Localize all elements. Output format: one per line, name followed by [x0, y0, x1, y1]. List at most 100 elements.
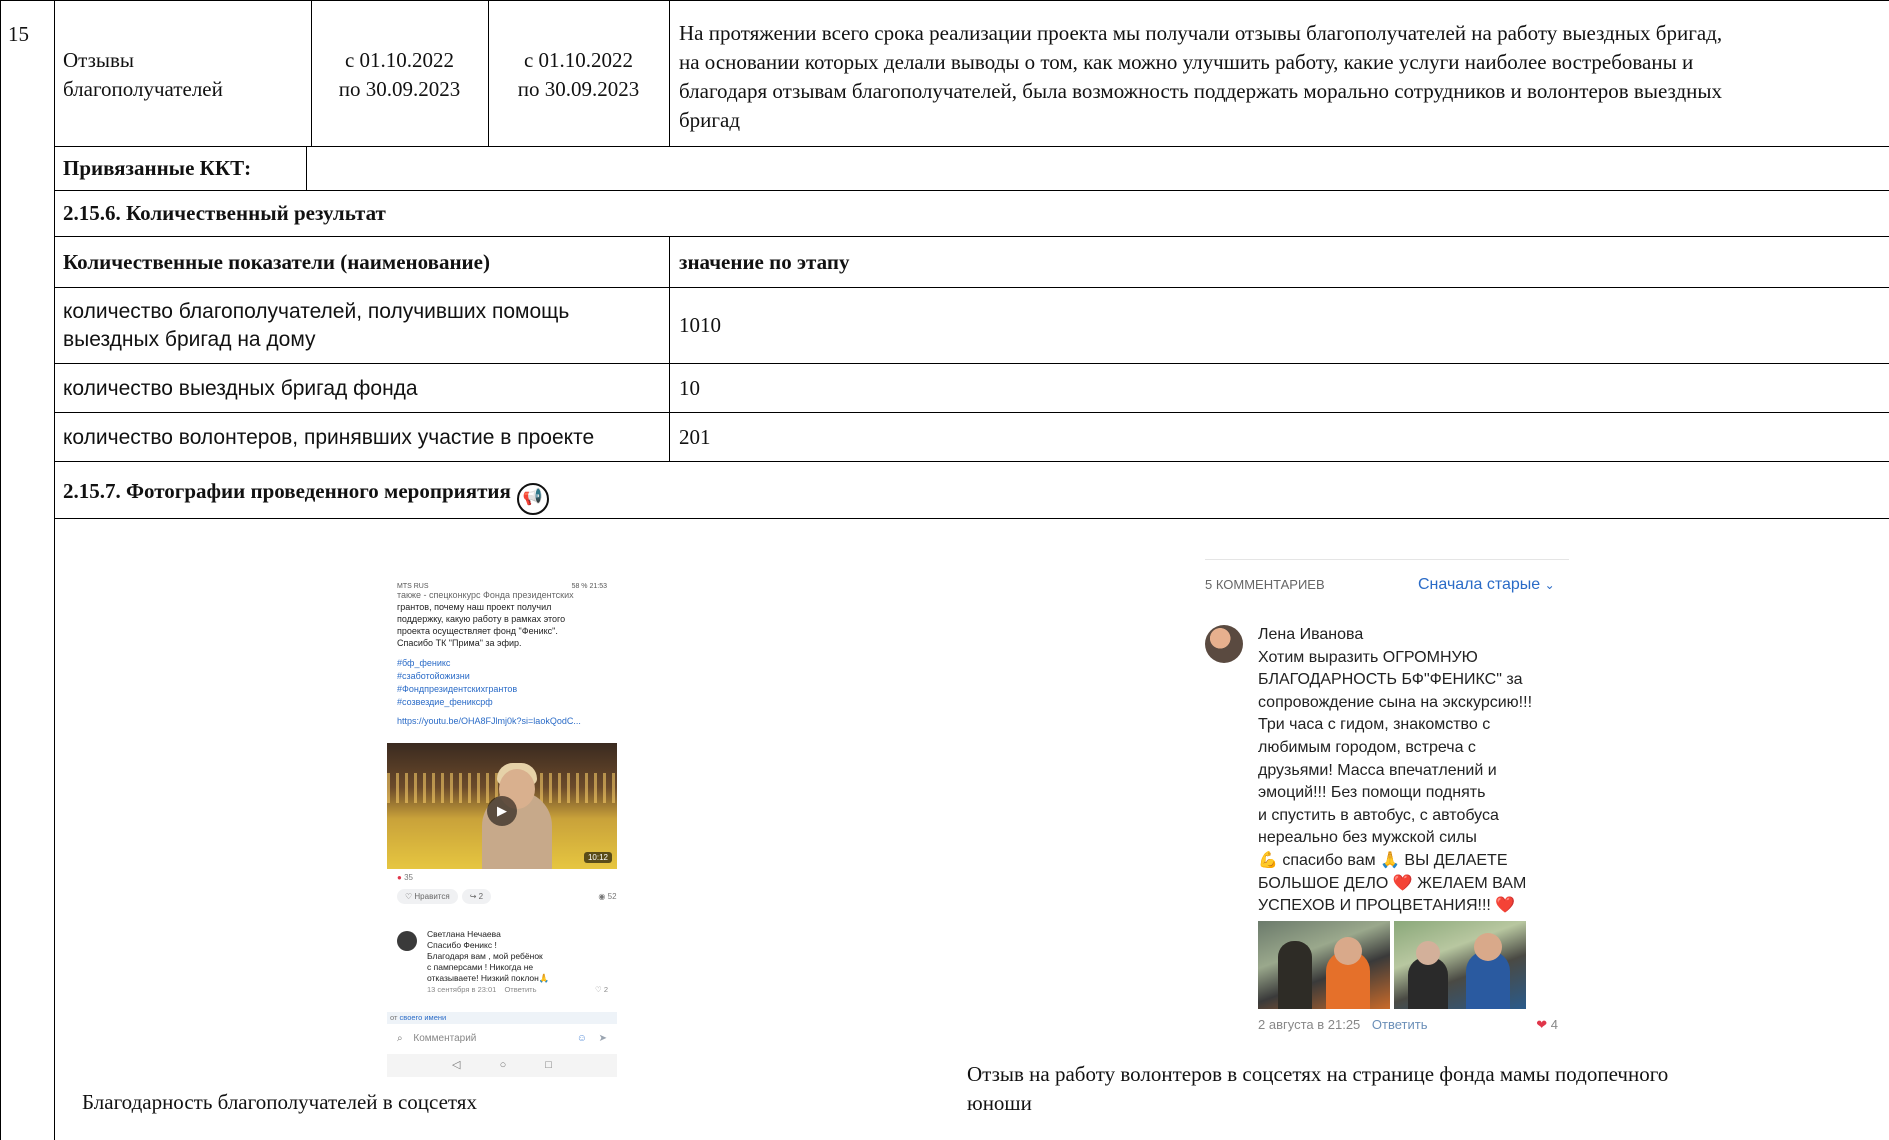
chevron-down-icon: ⌄: [1544, 578, 1555, 592]
comment-author[interactable]: Лена Иванова: [1258, 624, 1568, 647]
person-face: [1334, 937, 1362, 965]
row-name-line: благополучателей: [63, 77, 223, 101]
reply-button[interactable]: Ответить: [1372, 1017, 1428, 1032]
video-link[interactable]: https://youtu.be/OHA8FJlmj0k?si=laokQodC…: [387, 715, 617, 728]
send-icon[interactable]: ➤: [599, 1028, 607, 1050]
row-number: 15: [8, 22, 29, 46]
eye-icon: ◉: [598, 892, 606, 901]
recents-nav-icon[interactable]: □: [545, 1059, 552, 1071]
col-line: [669, 236, 670, 461]
android-nav-bar: ◁ ○ □: [387, 1054, 617, 1077]
sort-dropdown[interactable]: Сначала старые ⌄: [1418, 576, 1555, 594]
comment-text-line: БЛАГОДАРНОСТЬ БФ"ФЕНИКС" за: [1258, 671, 1523, 689]
post-text-line: грантов, почему наш проект получил: [397, 602, 552, 612]
post-text-line: поддержку, какую работу в рамках этого: [397, 614, 566, 624]
person-face: [1474, 933, 1502, 961]
photo-caption-right-line: Отзыв на работу волонтеров в соцсетях на…: [967, 1062, 1669, 1086]
section-title-photos-text: 2.15.7. Фотографии проведенного мероприя…: [63, 479, 511, 503]
row-end-date-line: по 30.09.2023: [517, 77, 640, 101]
comment-text-line: УСПЕХОВ И ПРОЦВЕТАНИЯ!!! ❤️: [1258, 897, 1516, 915]
row-description-line: бригад: [679, 108, 741, 132]
row-line: [54, 461, 1889, 462]
row-start-date-line: с 01.10.2022: [344, 48, 455, 72]
home-nav-icon[interactable]: ○: [500, 1059, 507, 1071]
row-start-date-line: по 30.09.2023: [338, 77, 461, 101]
comment-text-line: отказываете! Низкий поклон🙏: [427, 973, 550, 983]
quant-row-name: выездных бригад на дому: [63, 328, 316, 351]
comment-likes[interactable]: ❤ 4: [1536, 1017, 1558, 1033]
comment-text-line: Хотим выразить ОГРОМНУЮ: [1258, 648, 1478, 666]
quant-header-name: Количественные показатели (наименование): [63, 250, 490, 274]
row-line: [54, 363, 1889, 364]
hashtag-link[interactable]: #Фондпрезидентскихгрантов: [387, 683, 617, 696]
row-description-line: на основании которых делали выводы о том…: [679, 50, 1694, 74]
comment-text-line: с памперсами ! Никогда не: [427, 962, 534, 972]
attached-photo[interactable]: [1258, 921, 1390, 1009]
comment-text-line: нереально без мужской силы: [1258, 829, 1477, 847]
back-nav-icon[interactable]: ◁: [452, 1059, 460, 1071]
section-title-quant: 2.15.6. Количественный результат: [63, 201, 386, 225]
comment-text-line: Три часа с гидом, знакомство с: [1258, 716, 1491, 734]
post-text-line: проекта осуществляет фонд "Феникс".: [397, 626, 558, 636]
avatar: [1205, 625, 1243, 663]
post-as-bar[interactable]: от своего имени: [387, 1012, 617, 1024]
row-line: [54, 287, 1889, 288]
number-column-line: [54, 0, 55, 1140]
hashtag-link[interactable]: #созвездие_фениксрф: [387, 696, 617, 709]
video-thumbnail[interactable]: ▶ 10:12: [387, 743, 617, 869]
row-end-date-line: с 01.10.2022: [523, 48, 634, 72]
quant-row-value: 1010: [679, 313, 721, 337]
like-button[interactable]: ♡ Нравится: [397, 889, 458, 904]
likes-count-row: ● 35: [387, 873, 617, 882]
battery-time: 58 % 21:53: [571, 583, 607, 590]
megaphone-icon: 📢: [516, 483, 549, 515]
row-description-line: благодаря отзывам благополучателей, была…: [679, 79, 1722, 103]
share-icon: ↪: [469, 892, 477, 901]
attached-photo[interactable]: [1394, 921, 1526, 1009]
quant-row-value: 201: [679, 425, 711, 449]
quant-row-value: 10: [679, 376, 700, 400]
comment-text-line: любимым городом, встреча с: [1258, 738, 1476, 756]
comment-date: 13 сентября в 23:01: [427, 985, 497, 994]
row-line: [54, 190, 1889, 191]
quant-row-name: количество выездных бригад фонда: [63, 377, 418, 400]
comments-divider: [1205, 559, 1569, 560]
comment-text-line: и спустить в автобус, с автобуса: [1258, 806, 1499, 824]
comment-text-line: Спасибо Феникс !: [427, 940, 497, 950]
like-label: Нравится: [414, 892, 450, 901]
heart-outline-icon: ♡: [595, 985, 602, 994]
hashtag-link[interactable]: #бф_феникс: [387, 657, 617, 670]
comment-input[interactable]: Комментарий: [413, 1033, 476, 1044]
heart-icon: ●: [397, 873, 402, 882]
comment-input-bar: ⌕ Комментарий ☺ ➤: [387, 1028, 617, 1050]
hashtag-link[interactable]: #сзаботойожизни: [387, 670, 617, 683]
person-face: [1416, 941, 1440, 965]
post-as-prefix: от: [390, 1013, 398, 1022]
comment-likes-count: 2: [603, 985, 608, 994]
emoji-icon[interactable]: ☺: [577, 1028, 587, 1050]
row-line: [54, 518, 1889, 519]
linked-kkt-label: Привязанные ККТ:: [63, 156, 252, 180]
col-line: [669, 0, 670, 146]
row-line: [54, 412, 1889, 413]
views-indicator: ◉ 521: [598, 892, 617, 901]
table-border-top: [0, 0, 1889, 1]
screenshot-comment: 5 КОММЕНТАРИЕВ Сначала старые ⌄ Лена Ива…: [1205, 559, 1569, 1039]
screenshot-social-post: MTS RUS 58 % 21:53 также - спецконкурс Ф…: [387, 581, 617, 1077]
reply-button[interactable]: Ответить: [504, 985, 536, 994]
comment-body: Лена Иванова Хотим выразить ОГРОМНУЮ БЛА…: [1258, 624, 1568, 918]
comment-text-line: БОЛЬШОЕ ДЕЛО ❤️ ЖЕЛАЕМ ВАМ: [1258, 874, 1527, 892]
play-icon[interactable]: ▶: [487, 796, 517, 826]
share-count: 2: [478, 892, 484, 901]
quant-header-value: значение по этапу: [679, 250, 850, 274]
quant-row-name: количество волонтеров, принявших участие…: [63, 426, 595, 449]
share-button[interactable]: ↪ 2: [461, 889, 492, 904]
paperclip-icon[interactable]: ⌕: [397, 1033, 403, 1044]
comment-text-line: 💪 спасибо вам 🙏 ВЫ ДЕЛАЕТЕ: [1258, 851, 1508, 869]
row-name-line: Отзывы: [63, 48, 135, 72]
comment-author[interactable]: Светлана Нечаева: [427, 929, 612, 940]
video-duration: 10:12: [583, 852, 612, 863]
post-as-name[interactable]: своего имени: [400, 1013, 447, 1022]
comment-footer: 2 августа в 21:25 Ответить ❤ 4: [1258, 1017, 1558, 1032]
table-border-left: [0, 0, 1, 1140]
